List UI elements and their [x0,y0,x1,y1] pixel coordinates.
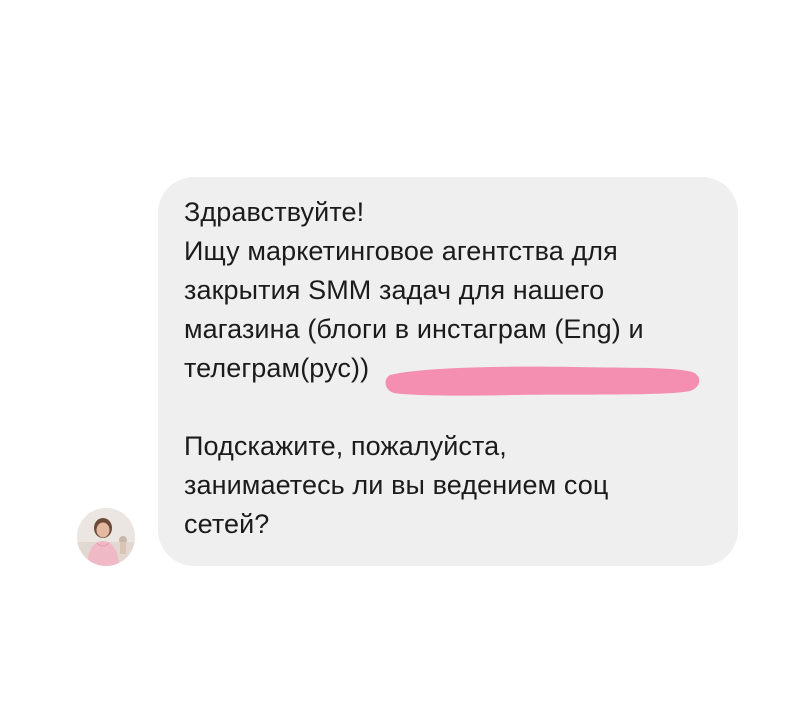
message-line: закрытия SMM задач для нашего [184,275,605,305]
incoming-message-bubble[interactable]: Здравствуйте! Ищу маркетинговое агентств… [158,177,738,566]
chat-thread: Здравствуйте! Ищу маркетинговое агентств… [0,0,800,708]
pink-redaction-mark [385,366,700,396]
message-line: занимаетесь ли вы ведением соц [184,470,609,500]
message-line: сетей? [184,509,270,539]
message-line: Здравствуйте! [184,197,365,227]
avatar-photo-icon [77,508,135,566]
message-line: Ищу маркетинговое агентства для [184,236,618,266]
message-line: Подскажите, пожалуйста, [184,431,507,461]
message-line: магазина (блоги в инстаграм (Eng) и [184,314,644,344]
sender-avatar[interactable] [77,508,135,566]
